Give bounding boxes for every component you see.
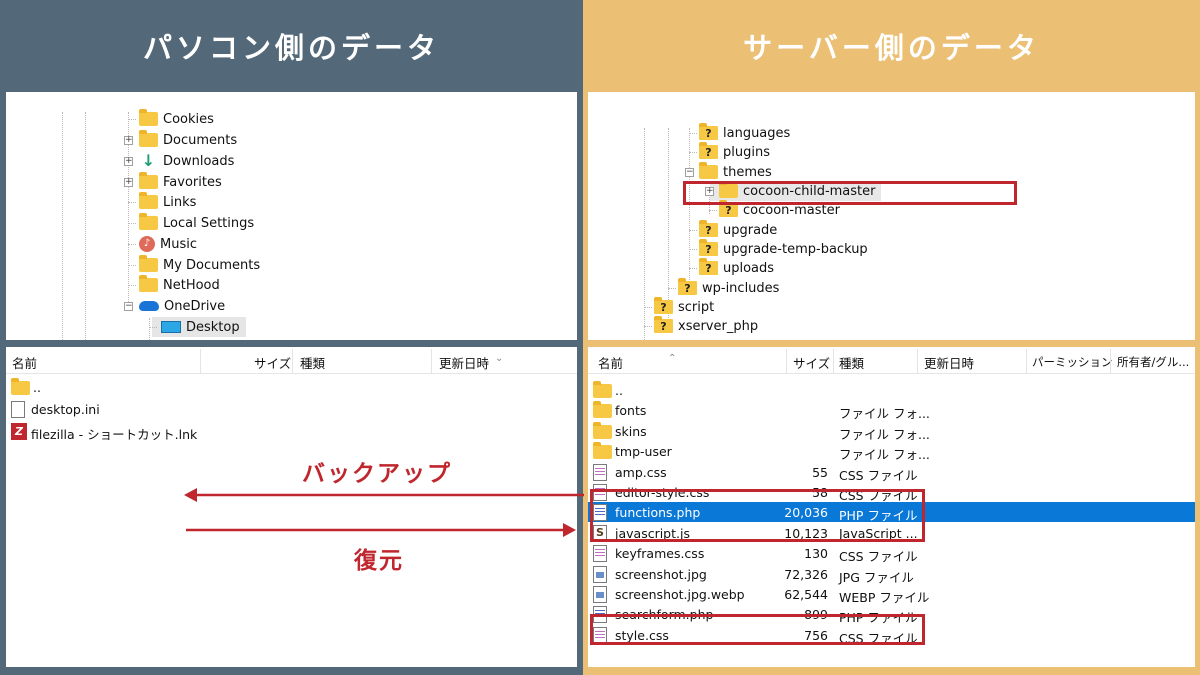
highlight-style-css [590, 614, 925, 645]
backup-label: バックアップ [302, 461, 452, 487]
backup-arrowhead-icon [184, 488, 197, 502]
restore-arrowhead-icon [563, 523, 576, 537]
highlight-cocoon-child-master [683, 181, 1017, 205]
restore-label: 復元 [354, 548, 404, 574]
transfer-arrows [184, 488, 584, 537]
highlight-functions-javascript [590, 489, 925, 542]
